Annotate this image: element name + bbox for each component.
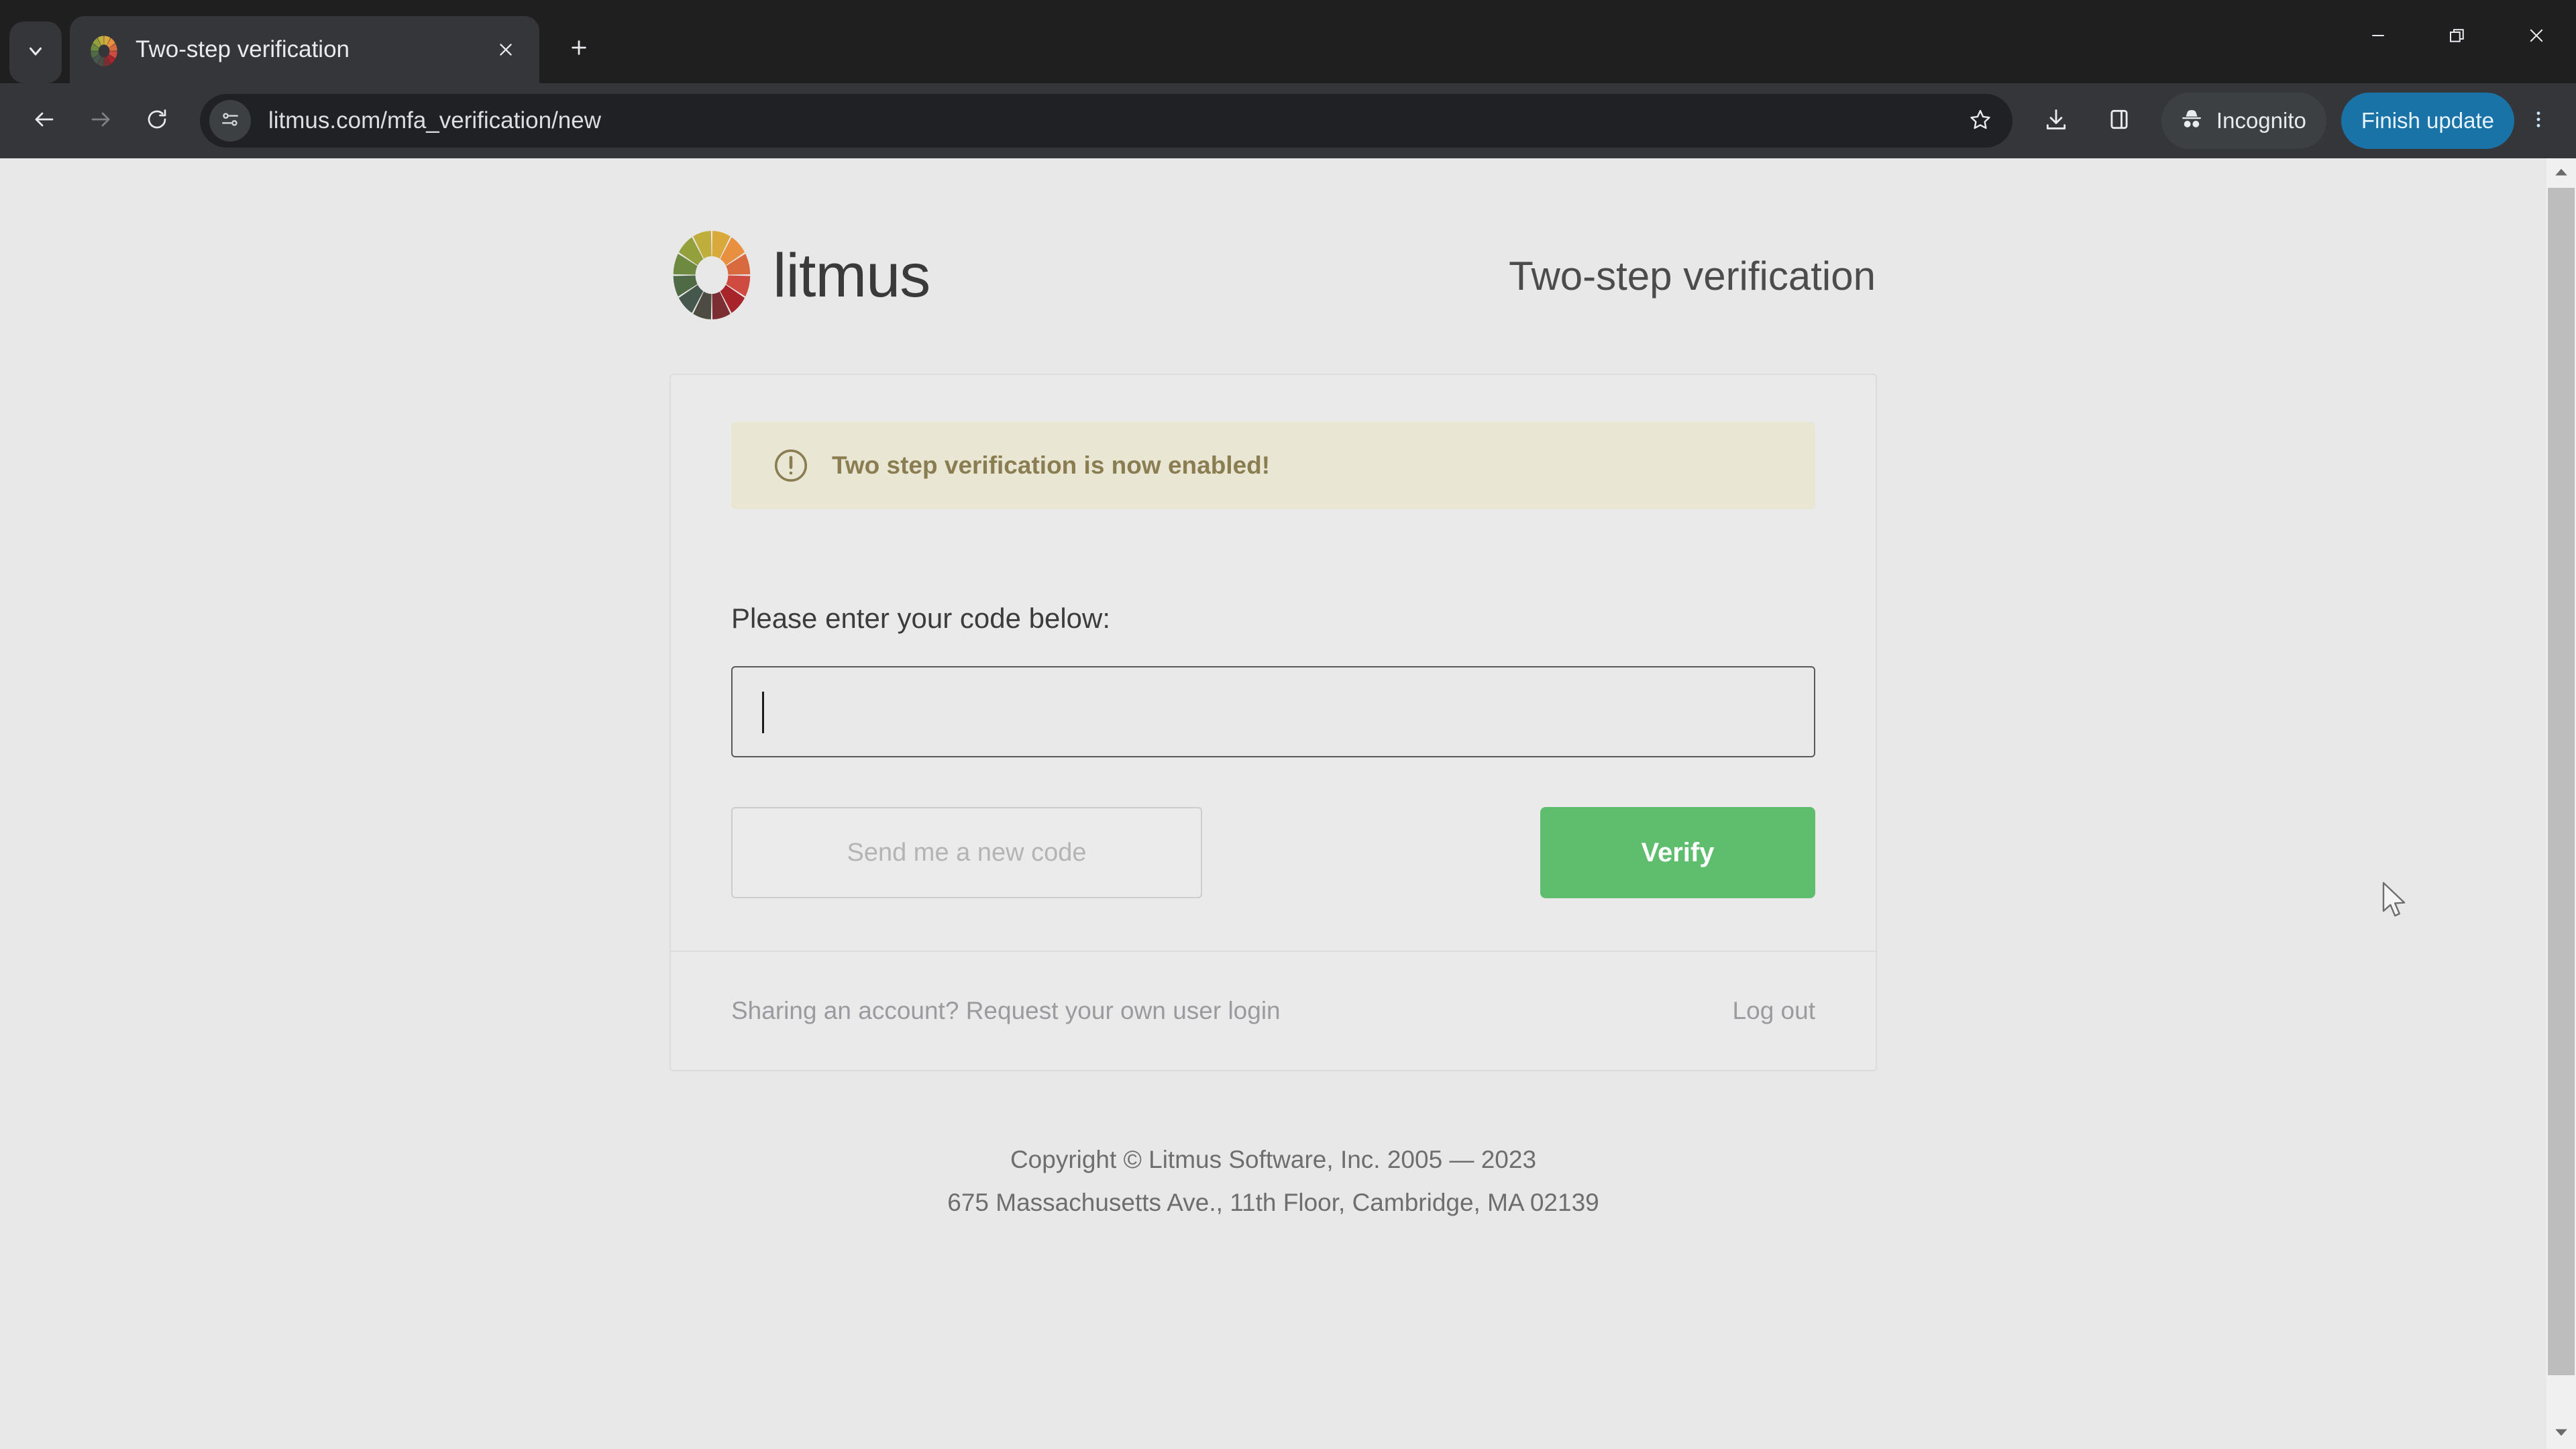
address-bar-url[interactable]: litmus.com/mfa_verification/new (268, 107, 1956, 134)
finish-update-button[interactable]: Finish update (2341, 93, 2514, 149)
triangle-up-icon (2554, 167, 2569, 180)
verify-button[interactable]: Verify (1540, 807, 1815, 898)
download-icon (2043, 107, 2069, 136)
verification-card: Two step verification is now enabled! Pl… (669, 374, 1877, 1071)
litmus-wordmark: litmus (773, 241, 930, 310)
window-minimize-button[interactable] (2339, 0, 2418, 74)
browser-toolbar: litmus.com/mfa_verification/new Incognit… (0, 83, 2576, 158)
page-viewport: litmus Two-step verification Two step ve… (0, 158, 2576, 1449)
triangle-down-icon (2554, 1428, 2569, 1441)
site-info-button[interactable] (209, 100, 251, 142)
litmus-color-wheel-icon (671, 230, 753, 321)
side-panel-button[interactable] (2090, 92, 2148, 150)
text-cursor (762, 692, 764, 733)
forward-button[interactable] (72, 93, 129, 149)
scrollbar-thumb[interactable] (2548, 188, 2575, 1375)
downloads-button[interactable] (2027, 92, 2085, 150)
reload-icon (145, 107, 169, 135)
window-restore-button[interactable] (2418, 0, 2497, 74)
vertical-scrollbar[interactable] (2546, 158, 2576, 1449)
restore-icon (2447, 25, 2467, 49)
incognito-label: Incognito (2216, 108, 2306, 133)
card-body: Two step verification is now enabled! Pl… (671, 375, 1876, 951)
reload-button[interactable] (129, 93, 185, 149)
tab-search-button[interactable] (9, 21, 62, 83)
copyright-line-1: Copyright © Litmus Software, Inc. 2005 —… (1010, 1146, 1537, 1173)
minimize-icon (2368, 25, 2388, 49)
exclamation-circle-icon (771, 446, 810, 485)
arrow-right-icon (89, 107, 113, 135)
page-title: Two-step verification (1509, 253, 1876, 299)
tune-settings-icon (219, 109, 241, 133)
plus-icon (568, 37, 590, 62)
incognito-hat-icon (2179, 107, 2204, 136)
send-new-code-button[interactable]: Send me a new code (731, 807, 1202, 898)
logout-link[interactable]: Log out (1733, 997, 1815, 1025)
three-dot-menu-icon (2530, 108, 2547, 134)
new-tab-button[interactable] (554, 24, 604, 74)
window-close-button[interactable] (2497, 0, 2576, 74)
tab-strip: Two-step verification (0, 0, 2576, 83)
side-panel-icon (2106, 107, 2132, 136)
litmus-favicon-icon (90, 36, 118, 66)
form-actions: Send me a new code Verify (731, 807, 1815, 898)
code-input[interactable] (762, 667, 1784, 756)
tab-title: Two-step verification (136, 36, 350, 62)
arrow-left-icon (32, 107, 56, 135)
back-button[interactable] (16, 93, 72, 149)
browser-tab[interactable]: Two-step verification (70, 16, 539, 83)
copyright-block: Copyright © Litmus Software, Inc. 2005 —… (669, 1138, 1877, 1224)
bookmark-button[interactable] (1956, 97, 2004, 145)
incognito-indicator[interactable]: Incognito (2161, 93, 2326, 149)
scroll-up-button[interactable] (2546, 158, 2576, 188)
code-input-container[interactable] (731, 666, 1815, 757)
chevron-down-icon (25, 41, 46, 64)
close-icon (2526, 25, 2546, 49)
copyright-line-2: 675 Massachusetts Ave., 11th Floor, Camb… (947, 1188, 1599, 1216)
tab-close-button[interactable] (487, 31, 525, 68)
alert-message: Two step verification is now enabled! (832, 451, 1271, 479)
scroll-down-button[interactable] (2546, 1419, 2576, 1449)
request-own-login-link[interactable]: Sharing an account? Request your own use… (731, 997, 1281, 1025)
alert-banner: Two step verification is now enabled! (731, 422, 1815, 509)
page-header: litmus Two-step verification (669, 229, 1877, 323)
code-field-label: Please enter your code below: (731, 602, 1111, 634)
card-footer: Sharing an account? Request your own use… (671, 951, 1876, 1070)
scrollbar-track[interactable] (2546, 188, 2576, 1419)
finish-update-label: Finish update (2361, 108, 2494, 133)
address-bar[interactable]: litmus.com/mfa_verification/new (200, 94, 2012, 148)
litmus-logo[interactable]: litmus (671, 230, 930, 321)
chrome-menu-button[interactable] (2517, 92, 2560, 150)
window-controls (2339, 0, 2576, 74)
page-content: litmus Two-step verification Two step ve… (0, 158, 2546, 1449)
star-icon (1968, 107, 1992, 135)
browser-window: Two-step verification litmus.com/mfa_ver… (0, 0, 2576, 1449)
